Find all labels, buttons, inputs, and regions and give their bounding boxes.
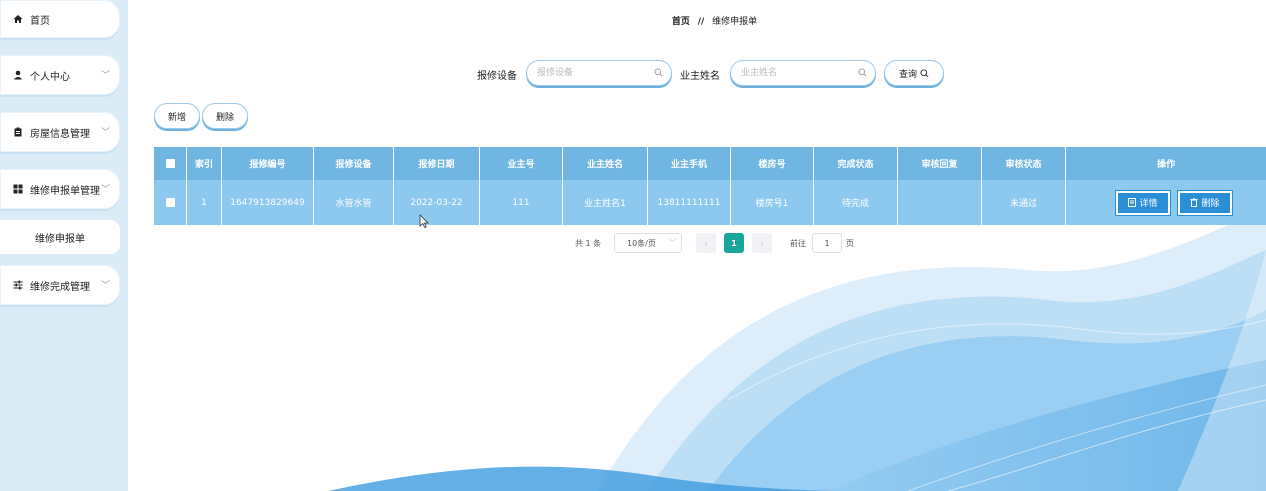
page-size-select[interactable]: 10条/页 ﹀ xyxy=(614,233,682,253)
breadcrumb-home[interactable]: 首页 xyxy=(672,17,690,27)
sliders-icon xyxy=(12,280,24,290)
chevron-right-icon: › xyxy=(760,238,764,248)
sidebar-item-personal[interactable]: 个人中心 ﹀ xyxy=(0,55,120,95)
main-content: 首页 // 维修申报单 报修设备 报修设备 业主姓名 业主姓名 查询 新增 删除… xyxy=(128,0,1266,491)
header-finish-status: 完成状态 xyxy=(814,147,898,180)
search-icon xyxy=(920,68,929,78)
cell-review-status: 未通过 xyxy=(982,180,1066,225)
chevron-left-icon: ‹ xyxy=(704,238,708,248)
query-button-label: 查询 xyxy=(898,69,917,80)
sidebar-item-home[interactable]: 首页 xyxy=(0,0,120,38)
add-button[interactable]: 新增 xyxy=(154,103,200,129)
header-actions: 操作 xyxy=(1156,160,1175,170)
sidebar-item-house-info[interactable]: 房屋信息管理 ﹀ xyxy=(0,112,120,152)
breadcrumb-separator: // xyxy=(697,17,705,27)
cell-review-reply xyxy=(898,180,982,225)
header-device: 报修设备 xyxy=(314,147,394,180)
delete-button-label: 删除 xyxy=(215,112,234,123)
header-owner-no: 业主号 xyxy=(480,147,563,180)
sidebar-item-label: 首页 xyxy=(30,15,50,27)
sidebar-item-label: 房屋信息管理 xyxy=(30,128,90,140)
owner-placeholder: 业主姓名 xyxy=(741,68,778,78)
device-label: 报修设备 xyxy=(477,71,517,82)
chevron-down-icon: ﹀ xyxy=(100,128,110,138)
sidebar-subitem-label: 维修申报单 xyxy=(35,233,85,245)
header-review-reply: 审核回复 xyxy=(898,147,982,180)
search-icon xyxy=(654,61,663,85)
next-page-button[interactable]: › xyxy=(752,233,772,253)
owner-label: 业主姓名 xyxy=(680,71,720,82)
cell-actions: 详情 删除 xyxy=(1066,180,1266,225)
table-header: 索引 报修编号 报修设备 报修日期 业主号 业主姓名 业主手机 楼房号 完成状态… xyxy=(154,147,1266,180)
cell-finish-status: 待完成 xyxy=(814,180,898,225)
owner-search-input[interactable]: 业主姓名 xyxy=(730,60,876,86)
cell-owner-no: 111 xyxy=(480,180,563,225)
header-phone: 业主手机 xyxy=(648,147,731,180)
cell-owner-name: 业主姓名1 xyxy=(563,180,648,225)
cell-phone: 13811111111 xyxy=(648,180,731,225)
header-index: 索引 xyxy=(187,147,222,180)
repair-table: 索引 报修编号 报修设备 报修日期 业主号 业主姓名 业主手机 楼房号 完成状态… xyxy=(154,147,1266,225)
chevron-down-icon: ﹀ xyxy=(100,281,110,291)
chevron-down-icon: ﹀ xyxy=(669,239,676,247)
trash-icon xyxy=(1190,198,1198,207)
search-icon xyxy=(858,61,867,85)
goto-page-value: 1 xyxy=(824,238,830,248)
sidebar-item-repair-complete[interactable]: 维修完成管理 ﹀ xyxy=(0,265,120,305)
cell-building: 楼房号1 xyxy=(731,180,814,225)
sidebar-item-repair-manage[interactable]: 维修申报单管理 ﹀ xyxy=(0,169,120,209)
cell-date: 2022-03-22 xyxy=(394,180,480,225)
cell-device: 水管水管 xyxy=(314,180,394,225)
breadcrumb-current: 维修申报单 xyxy=(712,17,758,27)
page-unit-label: 页 xyxy=(846,238,854,248)
chevron-down-icon: ﹀ xyxy=(100,71,110,81)
goto-page-input[interactable]: 1 xyxy=(812,233,842,253)
sidebar: 首页 个人中心 ﹀ 房屋信息管理 ﹀ 维修申报单管理 ﹀ 维修申报单 维修完成管… xyxy=(0,0,128,491)
page-number-current[interactable]: 1 xyxy=(724,233,744,253)
document-icon xyxy=(1128,198,1137,207)
page-size-value: 10条/页 xyxy=(627,238,656,248)
prev-page-button[interactable]: ‹ xyxy=(696,233,716,253)
chevron-down-icon: ﹀ xyxy=(100,185,110,195)
add-button-label: 新增 xyxy=(167,112,186,123)
user-icon xyxy=(12,70,24,80)
select-all-checkbox[interactable] xyxy=(154,147,187,180)
query-button[interactable]: 查询 xyxy=(884,60,944,86)
device-placeholder: 报修设备 xyxy=(537,68,574,78)
device-search-input[interactable]: 报修设备 xyxy=(526,60,672,86)
sidebar-item-label: 维修完成管理 xyxy=(30,281,90,293)
mouse-cursor-icon xyxy=(419,214,429,228)
grid-icon xyxy=(12,184,24,194)
home-icon xyxy=(12,14,24,24)
delete-button[interactable]: 删除 xyxy=(202,103,248,129)
page-number-label: 1 xyxy=(731,238,737,248)
sidebar-subitem-repair-form[interactable]: 维修申报单 xyxy=(0,220,120,254)
row-checkbox[interactable] xyxy=(154,180,187,225)
table-row: 1 1647913829649 水管水管 2022-03-22 111 业主姓名… xyxy=(154,180,1266,225)
cell-index: 1 xyxy=(187,180,222,225)
header-repair-no: 报修编号 xyxy=(222,147,314,180)
row-delete-button[interactable]: 删除 xyxy=(1177,189,1233,216)
breadcrumb: 首页 // 维修申报单 xyxy=(128,14,1266,27)
sidebar-item-label: 个人中心 xyxy=(30,71,70,83)
search-bar: 报修设备 报修设备 业主姓名 业主姓名 查询 xyxy=(128,60,1266,88)
pagination: 共 1 条 10条/页 ﹀ ‹ 1 › 前往 1 页 xyxy=(128,233,1266,255)
header-building: 楼房号 xyxy=(731,147,814,180)
header-date: 报修日期 xyxy=(394,147,480,180)
header-review-status: 审核状态 xyxy=(982,147,1066,180)
row-delete-button-label: 删除 xyxy=(1201,199,1220,209)
header-owner-name: 业主姓名 xyxy=(563,147,648,180)
pagination-total: 共 1 条 xyxy=(575,238,602,248)
goto-label: 前往 xyxy=(790,238,806,248)
clipboard-icon xyxy=(12,127,24,137)
cell-repair-no: 1647913829649 xyxy=(222,180,314,225)
sidebar-item-label: 维修申报单管理 xyxy=(30,185,100,197)
detail-button[interactable]: 详情 xyxy=(1115,189,1171,216)
detail-button-label: 详情 xyxy=(1139,199,1158,209)
